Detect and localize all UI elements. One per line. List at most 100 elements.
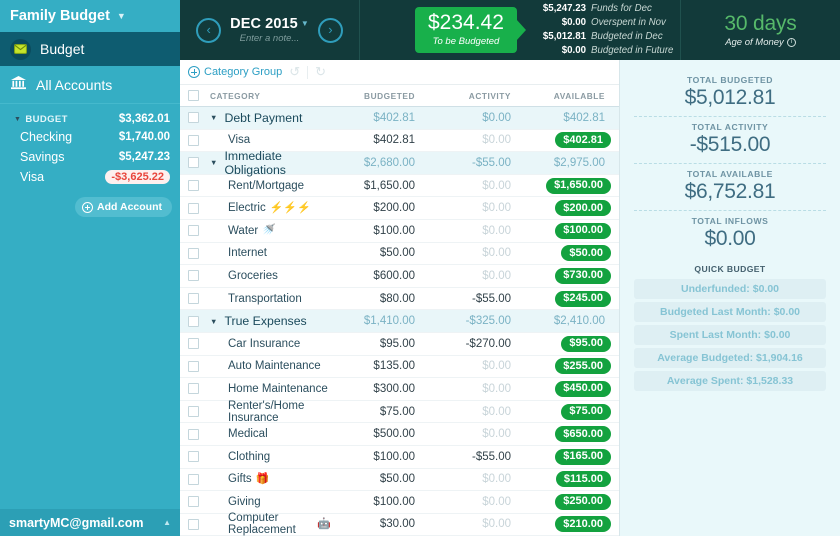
activity-cell[interactable]: $0.00 <box>427 496 523 508</box>
available-cell[interactable]: $650.00 <box>523 426 619 443</box>
available-cell[interactable]: $450.00 <box>523 380 619 397</box>
category-row[interactable]: Computer Replacement 🤖 $30.00 $0.00 $210.00 <box>180 512 619 536</box>
budgeted-cell[interactable]: $30.00 <box>331 518 427 530</box>
category-name-cell[interactable]: ▼ Debt Payment <box>206 111 331 125</box>
activity-cell[interactable]: $0.00 <box>427 518 523 530</box>
budgeted-cell[interactable]: $500.00 <box>331 428 427 440</box>
age-of-money-panel[interactable]: 30 days Age of Money i <box>680 0 840 60</box>
caret-down-icon[interactable]: ▼ <box>210 113 217 122</box>
activity-cell[interactable]: -$55.00 <box>427 293 523 305</box>
budgeted-cell[interactable]: $600.00 <box>331 270 427 282</box>
budgeted-cell[interactable]: $1,410.00 <box>331 315 427 327</box>
budgeted-cell[interactable]: $80.00 <box>331 293 427 305</box>
sidebar-item-all-accounts[interactable]: All Accounts <box>0 66 180 104</box>
activity-cell[interactable]: $0.00 <box>427 247 523 259</box>
budgeted-cell[interactable]: $1,650.00 <box>331 180 427 192</box>
activity-cell[interactable]: $0.00 <box>427 428 523 440</box>
row-checkbox[interactable] <box>187 202 199 214</box>
available-cell[interactable]: $200.00 <box>523 200 619 217</box>
category-name-cell[interactable]: ▼ Immediate Obligations <box>206 149 331 177</box>
activity-cell[interactable]: -$325.00 <box>427 315 523 327</box>
info-icon[interactable]: i <box>786 38 796 47</box>
category-name-cell[interactable]: Gifts 🎁 <box>206 473 331 485</box>
activity-cell[interactable]: -$55.00 <box>427 451 523 463</box>
user-menu[interactable]: smartyMC@gmail.com ▲ <box>0 509 180 536</box>
to-be-budgeted-badge[interactable]: $234.42 To be Budgeted <box>415 7 526 53</box>
quick-budget-button[interactable]: Budgeted Last Month: $0.00 <box>634 302 826 322</box>
category-name-cell[interactable]: Clothing <box>206 451 331 463</box>
category-row[interactable]: Auto Maintenance $135.00 $0.00 $255.00 <box>180 356 619 379</box>
category-row[interactable]: Clothing $100.00 -$55.00 $165.00 <box>180 446 619 469</box>
category-name-cell[interactable]: Computer Replacement 🤖 <box>206 512 331 536</box>
add-category-group-button[interactable]: Category Group <box>188 66 282 78</box>
activity-cell[interactable]: $0.00 <box>427 225 523 237</box>
quick-budget-button[interactable]: Underfunded: $0.00 <box>634 279 826 299</box>
budgeted-cell[interactable]: $95.00 <box>331 338 427 350</box>
add-account-button[interactable]: Add Account <box>75 197 172 217</box>
row-checkbox[interactable] <box>187 270 199 282</box>
available-cell[interactable]: $245.00 <box>523 290 619 307</box>
category-name-cell[interactable]: Internet <box>206 247 331 259</box>
row-checkbox[interactable] <box>187 383 199 395</box>
sidebar-account-visa[interactable]: Visa -$3,625.22 <box>0 167 180 187</box>
category-row[interactable]: Giving $100.00 $0.00 $250.00 <box>180 491 619 514</box>
category-name-cell[interactable]: Medical <box>206 428 331 440</box>
sidebar-account-savings[interactable]: Savings $5,247.23 <box>0 147 180 167</box>
budgeted-cell[interactable]: $402.81 <box>331 112 427 124</box>
category-row[interactable]: Medical $500.00 $0.00 $650.00 <box>180 423 619 446</box>
activity-cell[interactable]: $0.00 <box>427 360 523 372</box>
row-checkbox[interactable] <box>187 293 199 305</box>
sidebar-budget-group-header[interactable]: ▼ BUDGET $3,362.01 <box>0 111 180 127</box>
month-note-input[interactable]: Enter a note... <box>230 33 309 44</box>
budget-name-selector[interactable]: Family Budget ▼ <box>0 0 180 32</box>
budgeted-cell[interactable]: $50.00 <box>331 473 427 485</box>
category-row[interactable]: Renter's/Home Insurance $75.00 $0.00 $75.00 <box>180 400 619 424</box>
current-month-selector[interactable]: DEC 2015 ▼ <box>230 16 309 32</box>
category-row[interactable]: Rent/Mortgage $1,650.00 $0.00 $1,650.00 <box>180 175 619 198</box>
row-checkbox[interactable] <box>187 360 199 372</box>
budgeted-cell[interactable]: $200.00 <box>331 202 427 214</box>
row-checkbox[interactable] <box>187 180 199 192</box>
category-name-cell[interactable]: Rent/Mortgage <box>206 180 331 192</box>
quick-budget-button[interactable]: Spent Last Month: $0.00 <box>634 325 826 345</box>
available-cell[interactable]: $115.00 <box>523 471 619 488</box>
available-cell[interactable]: $402.81 <box>523 132 619 149</box>
category-group-row[interactable]: ▼ True Expenses $1,410.00 -$325.00 $2,410.00 <box>180 310 619 333</box>
row-checkbox[interactable] <box>187 518 199 530</box>
budgeted-cell[interactable]: $100.00 <box>331 451 427 463</box>
category-name-cell[interactable]: Car Insurance <box>206 338 331 350</box>
row-checkbox[interactable] <box>187 247 199 259</box>
category-name-cell[interactable]: Water 🚿 <box>206 225 331 237</box>
budgeted-cell[interactable]: $2,680.00 <box>331 157 427 169</box>
available-cell[interactable]: $1,650.00 <box>523 177 619 194</box>
activity-cell[interactable]: $0.00 <box>427 202 523 214</box>
available-cell[interactable]: $402.81 <box>523 112 619 124</box>
category-row[interactable]: Transportation $80.00 -$55.00 $245.00 <box>180 288 619 311</box>
available-cell[interactable]: $250.00 <box>523 493 619 510</box>
row-checkbox[interactable] <box>187 428 199 440</box>
budgeted-cell[interactable]: $50.00 <box>331 247 427 259</box>
budgeted-cell[interactable]: $135.00 <box>331 360 427 372</box>
category-group-row[interactable]: ▼ Immediate Obligations $2,680.00 -$55.00 $2… <box>180 149 619 177</box>
previous-month-button[interactable]: ‹ <box>196 17 222 43</box>
budgeted-cell[interactable]: $100.00 <box>331 225 427 237</box>
category-row[interactable]: Home Maintenance $300.00 $0.00 $450.00 <box>180 378 619 401</box>
row-checkbox[interactable] <box>187 496 199 508</box>
category-name-cell[interactable]: ▼ True Expenses <box>206 314 331 328</box>
available-cell[interactable]: $50.00 <box>523 245 619 262</box>
available-cell[interactable]: $210.00 <box>523 516 619 533</box>
undo-icon[interactable]: ↺ <box>289 64 300 80</box>
category-group-row[interactable]: ▼ Debt Payment $402.81 $0.00 $402.81 <box>180 107 619 130</box>
activity-cell[interactable]: $0.00 <box>427 180 523 192</box>
activity-cell[interactable]: $0.00 <box>427 112 523 124</box>
category-row[interactable]: Water 🚿 $100.00 $0.00 $100.00 <box>180 220 619 243</box>
activity-cell[interactable]: $0.00 <box>427 383 523 395</box>
activity-cell[interactable]: -$55.00 <box>427 157 523 169</box>
activity-cell[interactable]: $0.00 <box>427 134 523 146</box>
column-header-budgeted[interactable]: BUDGETED <box>331 91 427 101</box>
column-header-category[interactable]: CATEGORY <box>206 91 331 101</box>
available-cell[interactable]: $730.00 <box>523 267 619 284</box>
activity-cell[interactable]: $0.00 <box>427 406 523 418</box>
next-month-button[interactable]: › <box>317 17 343 43</box>
row-checkbox[interactable] <box>187 157 199 169</box>
